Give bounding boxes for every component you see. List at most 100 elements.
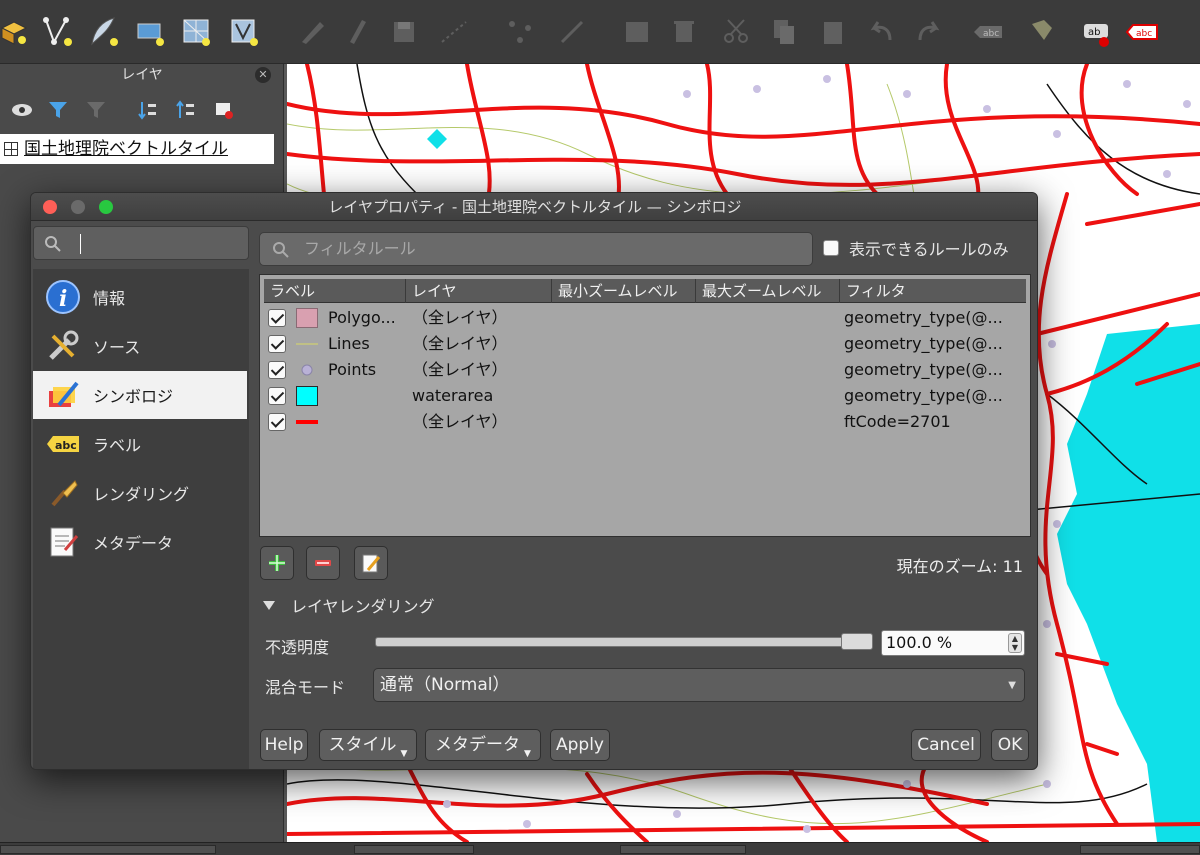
add-line-icon[interactable] xyxy=(434,10,474,54)
layers-panel-title: レイヤ xyxy=(121,67,163,83)
table-row[interactable]: Lines （全レイヤ） geometry_type(@... xyxy=(264,331,1026,357)
rule-enabled-checkbox[interactable] xyxy=(268,361,286,379)
undo-icon[interactable] xyxy=(862,10,902,54)
ok-button[interactable]: OK xyxy=(991,729,1029,761)
opacity-value: 100.0 % xyxy=(886,633,953,652)
filter-placeholder: フィルタルール xyxy=(304,239,416,258)
checkbox[interactable] xyxy=(823,240,839,256)
sidebar-item-rendering[interactable]: レンダリング xyxy=(33,469,247,517)
remove-layer-icon[interactable] xyxy=(212,98,236,122)
polygon-symbol-icon xyxy=(296,308,318,328)
save-edits-icon[interactable] xyxy=(384,10,424,54)
rule-enabled-checkbox[interactable] xyxy=(268,309,286,327)
section-title: レイヤレンダリング xyxy=(291,597,435,616)
svg-text:ab: ab xyxy=(1088,27,1100,38)
dialog-title: レイヤプロパティ - 国土地理院ベクトルタイル — シンボロジ xyxy=(328,198,742,216)
new-polygon-layer-icon[interactable] xyxy=(224,10,264,54)
filter-icon[interactable] xyxy=(46,98,70,122)
table-row[interactable]: Points （全レイヤ） geometry_type(@... xyxy=(264,357,1026,383)
chevron-down-icon: ▼ xyxy=(524,749,531,759)
column-header-filter[interactable]: フィルタ xyxy=(840,279,1026,303)
visible-rules-only-label: 表示できるルールのみ xyxy=(849,240,1009,259)
expand-all-icon[interactable] xyxy=(136,98,160,122)
eye-icon[interactable] xyxy=(10,98,34,122)
column-header-layer[interactable]: レイヤ xyxy=(406,279,552,303)
plus-icon xyxy=(269,555,285,571)
add-rule-button[interactable] xyxy=(260,546,294,580)
rule-enabled-checkbox[interactable] xyxy=(268,413,286,431)
metadata-button[interactable]: メタデータ ▼ xyxy=(425,729,541,761)
column-header-max-zoom[interactable]: 最大ズームレベル xyxy=(696,279,840,303)
spin-arrows-icon[interactable]: ▲ ▼ xyxy=(1008,633,1022,653)
sidebar-item-labels[interactable]: abc ラベル xyxy=(33,420,247,468)
label-pin-icon[interactable] xyxy=(1022,10,1062,54)
sidebar-item-label: レンダリング xyxy=(93,485,190,504)
collapse-all-icon[interactable] xyxy=(174,98,198,122)
column-header-label[interactable]: ラベル xyxy=(264,279,406,303)
new-vertex-layer-icon[interactable] xyxy=(38,10,78,54)
dropdown-arrow-icon: ▼ xyxy=(1008,680,1016,691)
column-header-min-zoom[interactable]: 最小ズームレベル xyxy=(552,279,696,303)
new-vector-tile-icon[interactable] xyxy=(0,10,34,54)
sidebar-item-info[interactable]: i 情報 xyxy=(33,273,247,321)
cut-icon[interactable] xyxy=(716,10,756,54)
visible-rules-only-checkbox[interactable]: 表示できるルールのみ xyxy=(823,236,1009,260)
minus-icon xyxy=(315,560,331,566)
layer-rendering-section-toggle[interactable]: レイヤレンダリング xyxy=(263,593,435,617)
table-row[interactable]: waterarea geometry_type(@... xyxy=(264,383,1026,409)
label-abc-red-icon[interactable]: abc xyxy=(1122,10,1162,54)
edit-rule-button[interactable] xyxy=(354,546,388,580)
layer-row-gsi-vector-tile[interactable]: 国土地理院ベクトルタイル xyxy=(0,134,274,164)
sidebar-search-input[interactable] xyxy=(33,226,249,260)
point-symbol-icon xyxy=(296,360,318,380)
redo-icon[interactable] xyxy=(908,10,948,54)
delete-icon[interactable] xyxy=(664,10,704,54)
opacity-slider[interactable] xyxy=(375,637,873,647)
edit-table-icon[interactable] xyxy=(618,10,658,54)
dialog-titlebar: レイヤプロパティ - 国土地理院ベクトルタイル — シンボロジ xyxy=(31,193,1037,221)
new-grid-layer-icon[interactable] xyxy=(176,10,216,54)
label-ab-icon[interactable]: ab xyxy=(1076,10,1116,54)
pencil-disabled-icon[interactable] xyxy=(292,10,332,54)
filter-legend-icon[interactable] xyxy=(84,98,108,122)
cancel-button[interactable]: Cancel xyxy=(911,729,981,761)
vertex-tool-icon[interactable] xyxy=(500,10,540,54)
remove-rule-button[interactable] xyxy=(306,546,340,580)
rule-filter: ftCode=2701 xyxy=(844,412,951,431)
rule-filter: geometry_type(@... xyxy=(844,360,1003,379)
status-segment xyxy=(620,845,746,854)
edit-disabled-icon[interactable] xyxy=(336,10,376,54)
style-button[interactable]: スタイル ▼ xyxy=(319,729,417,761)
help-button[interactable]: Help xyxy=(260,729,308,761)
svg-text:i: i xyxy=(59,286,67,312)
layer-name: 国土地理院ベクトルタイル xyxy=(24,139,228,159)
rendering-brush-icon xyxy=(43,473,83,513)
copy-icon[interactable] xyxy=(764,10,804,54)
sidebar-item-source[interactable]: ソース xyxy=(33,322,247,370)
rule-layer: （全レイヤ） xyxy=(412,360,508,379)
close-icon[interactable]: ✕ xyxy=(255,67,271,83)
filter-rules-input[interactable]: フィルタルール xyxy=(259,232,813,266)
label-abc-grey-icon[interactable]: abc xyxy=(968,10,1008,54)
blend-mode-value: 通常（Normal） xyxy=(380,675,510,695)
line-symbol-icon xyxy=(296,334,318,354)
digitize-feather-icon[interactable] xyxy=(84,10,124,54)
table-row[interactable]: Polygo... （全レイヤ） geometry_type(@... xyxy=(264,305,1026,331)
table-row[interactable]: （全レイヤ） ftCode=2701 xyxy=(264,409,1026,435)
sidebar-item-symbology[interactable]: シンボロジ xyxy=(33,371,247,419)
opacity-spinbox[interactable]: 100.0 % ▲ ▼ xyxy=(881,630,1025,656)
opacity-slider-handle[interactable] xyxy=(841,633,873,650)
rule-enabled-checkbox[interactable] xyxy=(268,335,286,353)
rule-label xyxy=(328,409,408,435)
sidebar-item-metadata[interactable]: メタデータ xyxy=(33,518,247,566)
paste-icon[interactable] xyxy=(812,10,852,54)
red-line-symbol-icon xyxy=(296,412,318,432)
apply-button[interactable]: Apply xyxy=(550,729,610,761)
rule-enabled-checkbox[interactable] xyxy=(268,387,286,405)
layers-toolbar xyxy=(0,94,284,126)
rule-filter: geometry_type(@... xyxy=(844,308,1003,327)
modify-attributes-icon[interactable] xyxy=(552,10,592,54)
rule-label: Points xyxy=(328,360,377,379)
new-memory-layer-icon[interactable] xyxy=(130,10,170,54)
blend-mode-select[interactable]: 通常（Normal） ▼ xyxy=(373,668,1025,702)
